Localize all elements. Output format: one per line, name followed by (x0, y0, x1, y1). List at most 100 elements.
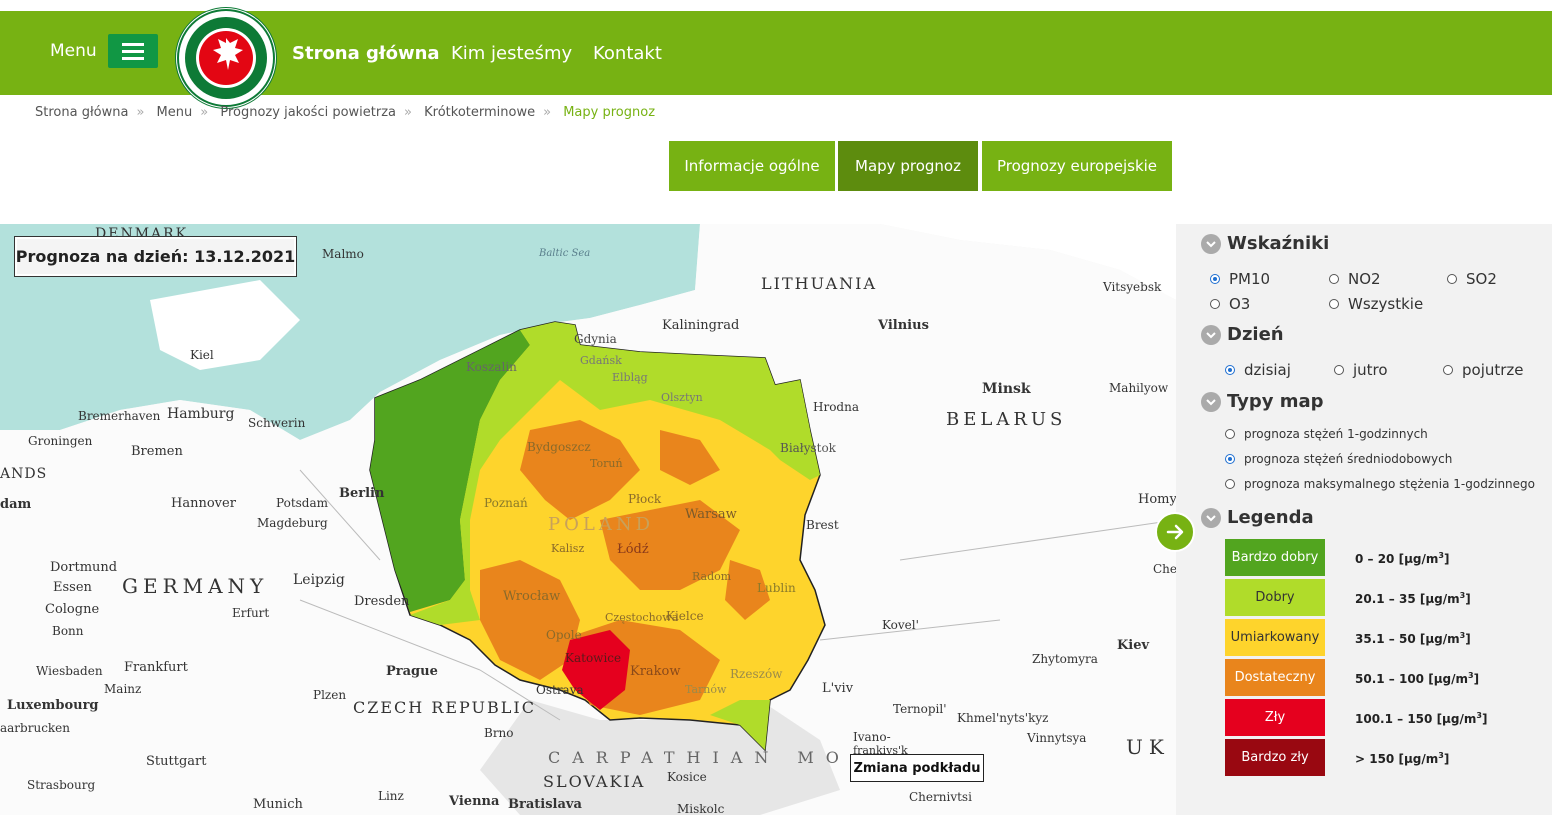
legend-swatch: Dobry (1225, 579, 1325, 616)
legend-unit-close: ] (1443, 552, 1450, 566)
legend-unit: [μg/m (1436, 712, 1477, 726)
map-label-warsaw: Warsaw (685, 507, 737, 522)
map-label-frankfurt: Frankfurt (124, 660, 188, 675)
legend-swatch: Bardzo dobry (1225, 539, 1325, 576)
change-basemap-button[interactable]: Zmiana podkładu (850, 754, 984, 782)
legend-unit: [μg/m (1398, 552, 1439, 566)
indicators-section-header[interactable]: Wskaźniki (1201, 233, 1329, 254)
map-label-ands: ANDS (0, 466, 48, 482)
map-label-vienna: Vienna (449, 794, 500, 809)
toggle-panel-button[interactable] (1155, 512, 1195, 552)
map-label-erfurt: Erfurt (232, 606, 270, 620)
indicator-all-radio[interactable]: Wszystkie (1329, 295, 1423, 313)
legend-title: Legenda (1227, 507, 1314, 528)
logo[interactable] (176, 8, 276, 108)
legend-range-value: > 150 (1355, 752, 1395, 766)
map-label-elblag: Elbląg (612, 371, 648, 384)
map-type-hourly-radio[interactable]: prognoza stężeń 1-godzinnych (1225, 427, 1428, 441)
map-label-baltic: Baltic Sea (539, 248, 591, 259)
map-label-radom: Radom (692, 570, 732, 583)
map-label-kiel: Kiel (190, 348, 214, 362)
tab-european-forecasts[interactable]: Prognozy europejskie (982, 141, 1172, 191)
breadcrumb-current: Mapy prognoz (563, 105, 656, 120)
map-label-zhytomyra: Zhytomyra (1032, 652, 1098, 666)
map-label-lodz: Łódź (617, 542, 649, 557)
radio-icon (1334, 365, 1344, 375)
map-label-stuttgart: Stuttgart (146, 754, 207, 769)
map-type-max-hourly-radio[interactable]: prognoza maksymalnego stężenia 1-godzinn… (1225, 477, 1535, 491)
map-label-hamburg: Hamburg (167, 406, 235, 422)
map-label-vinnytsya: Vinnytsya (1027, 731, 1087, 745)
radio-label: prognoza stężeń 1-godzinnych (1244, 427, 1428, 441)
legend-swatch: Bardzo zły (1225, 739, 1325, 776)
hamburger-menu-button[interactable] (108, 34, 158, 68)
breadcrumb-item[interactable]: Prognozy jakości powietrza (220, 105, 396, 120)
breadcrumb-item[interactable]: Krótkoterminowe (424, 105, 535, 120)
legend-range-value: 50.1 – 100 (1355, 672, 1425, 686)
radio-selected-icon (1210, 274, 1220, 284)
day-today-radio[interactable]: dzisiaj (1225, 361, 1291, 379)
map-label-vilnius: Vilnius (878, 318, 929, 333)
map-label-brest: Brest (806, 518, 839, 532)
menu-label[interactable]: Menu (50, 41, 97, 61)
map-label-leipzig: Leipzig (293, 572, 345, 588)
map-label-gdynia: Gdynia (574, 332, 617, 346)
breadcrumb-item[interactable]: Strona główna (35, 105, 128, 120)
legend-range-value: 0 – 20 (1355, 552, 1395, 566)
radio-icon (1225, 429, 1235, 439)
map-label-carpathian: CARPATHIAN MO (548, 748, 851, 767)
map-label-hanover: Hannover (171, 496, 236, 511)
nav-contact[interactable]: Kontakt (593, 43, 662, 64)
map-label-opole: Opole (546, 628, 582, 642)
map-label-luxembourg: Luxembourg (7, 698, 99, 713)
map-label-dam: dam (0, 497, 32, 512)
radio-selected-icon (1225, 454, 1235, 464)
map-label-hrodna: Hrodna (813, 400, 859, 414)
breadcrumb-item[interactable]: Menu (157, 105, 193, 120)
radio-label: prognoza stężeń średniodobowych (1244, 452, 1453, 466)
nav-about[interactable]: Kim jesteśmy (451, 43, 572, 64)
day-tomorrow-radio[interactable]: jutro (1334, 361, 1388, 379)
map-type-daily-radio[interactable]: prognoza stężeń średniodobowych (1225, 452, 1452, 466)
legend-range-value: 35.1 – 50 (1355, 632, 1416, 646)
eagle-emblem-icon (177, 9, 275, 107)
map-types-section-header[interactable]: Typy map (1201, 391, 1324, 412)
nav-home[interactable]: Strona główna (292, 43, 440, 64)
day-section-header[interactable]: Dzień (1201, 324, 1284, 345)
map-label-plock: Płock (628, 492, 662, 506)
map-label-chernivtsi: Chernivtsi (909, 790, 972, 804)
radio-label: O3 (1229, 295, 1251, 313)
tab-general-info[interactable]: Informacje ogólne (669, 141, 835, 191)
legend-range: > 150 [μg/m3] (1355, 751, 1449, 766)
legend-range-value: 20.1 – 35 (1355, 592, 1416, 606)
map-label-miskolc: Miskolc (677, 802, 725, 816)
radio-label: dzisiaj (1244, 361, 1291, 379)
legend-section-header[interactable]: Legenda (1201, 507, 1314, 528)
legend-swatch: Zły (1225, 699, 1325, 736)
map-label-bialystok: Białystok (780, 441, 836, 455)
chevron-down-icon (1201, 391, 1221, 412)
map-label-groningen: Groningen (28, 434, 93, 448)
radio-label: jutro (1353, 361, 1388, 379)
radio-label: Wszystkie (1348, 295, 1424, 313)
map-label-tarnow: Tarnów (685, 683, 727, 696)
indicator-o3-radio[interactable]: O3 (1210, 295, 1250, 313)
map-label-czestochowa: Częstochowa (605, 611, 679, 624)
map-label-ivano: Ivano- (853, 730, 891, 744)
indicator-no2-radio[interactable]: NO2 (1329, 270, 1381, 288)
indicator-so2-radio[interactable]: SO2 (1447, 270, 1497, 288)
map-label-koszalin: Koszalin (466, 360, 517, 374)
legend-swatch: Umiarkowany (1225, 619, 1325, 656)
map-label-homyel: Homy (1138, 492, 1177, 507)
map-label-torun: Toruń (590, 457, 623, 470)
day-after-tomorrow-radio[interactable]: pojutrze (1443, 361, 1524, 379)
map-label-cologne: Cologne (45, 602, 100, 617)
map-label-katowice: Katowice (565, 651, 622, 665)
legend-unit-close: ] (1473, 672, 1480, 686)
map-label-poland: POLAND (548, 514, 655, 535)
tab-forecast-maps[interactable]: Mapy prognoz (838, 141, 978, 191)
chevron-down-icon (1201, 507, 1221, 528)
indicator-pm10-radio[interactable]: PM10 (1210, 270, 1270, 288)
legend-unit: [μg/m (1419, 592, 1460, 606)
map-label-bremerhaven: Bremerhaven (78, 409, 161, 423)
